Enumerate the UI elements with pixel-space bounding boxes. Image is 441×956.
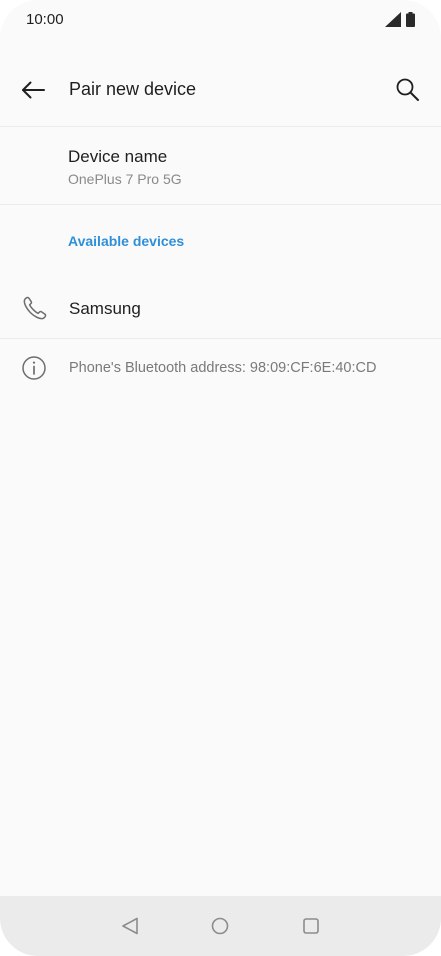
nav-home-button[interactable] [208,914,232,938]
page-title: Pair new device [69,79,197,99]
battery-icon [406,12,415,27]
status-bar: 10:00 [0,0,441,40]
nav-back-button[interactable] [118,914,142,938]
back-triangle-icon [122,917,138,935]
list-item-samsung[interactable]: Samsung [0,280,441,338]
back-button[interactable] [18,76,48,104]
search-button[interactable] [393,75,423,105]
status-icons [385,12,415,27]
recents-square-icon [303,918,319,934]
device-label: Samsung [69,299,141,318]
divider [0,204,441,205]
search-icon [396,78,419,101]
phone-screen: 10:00 Pair new device Device name OnePlu… [0,0,441,956]
device-name-label: Device name [68,147,168,166]
app-bar: Pair new device [0,60,441,120]
divider [0,126,441,127]
home-circle-icon [211,917,229,935]
divider [0,338,441,339]
device-name-row[interactable]: Device name OnePlus 7 Pro 5G [0,128,441,204]
bluetooth-address-text: Phone's Bluetooth address: 98:09:CF:6E:4… [69,360,377,376]
info-icon [22,356,46,380]
status-time: 10:00 [26,11,64,28]
navigation-bar [0,896,441,956]
available-devices-header: Available devices [68,233,185,249]
bluetooth-address-row: Phone's Bluetooth address: 98:09:CF:6E:4… [0,340,441,396]
signal-icon [385,12,401,27]
nav-recents-button[interactable] [299,914,323,938]
arrow-left-icon [22,81,45,99]
device-name-value: OnePlus 7 Pro 5G [68,171,182,187]
phone-icon [23,296,47,320]
